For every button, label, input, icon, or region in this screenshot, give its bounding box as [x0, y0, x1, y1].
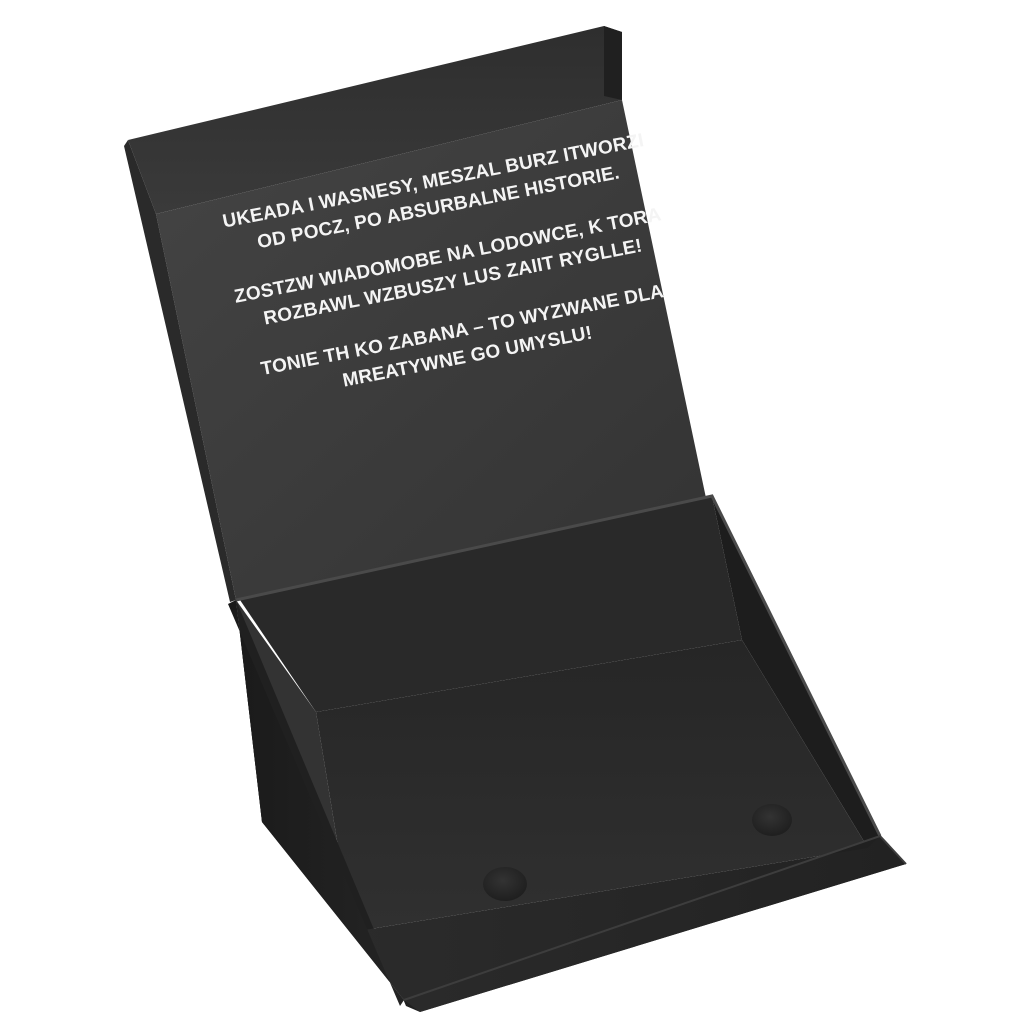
magnet-dot-left — [483, 867, 527, 901]
product-photo: UKEADA I WASNESY, MESZAL BURZ ITWORZI OD … — [0, 0, 1024, 1024]
magnet-dot-right — [752, 804, 792, 836]
lid-top-flap-edge — [604, 26, 622, 100]
gift-box-illustration — [124, 26, 907, 1012]
